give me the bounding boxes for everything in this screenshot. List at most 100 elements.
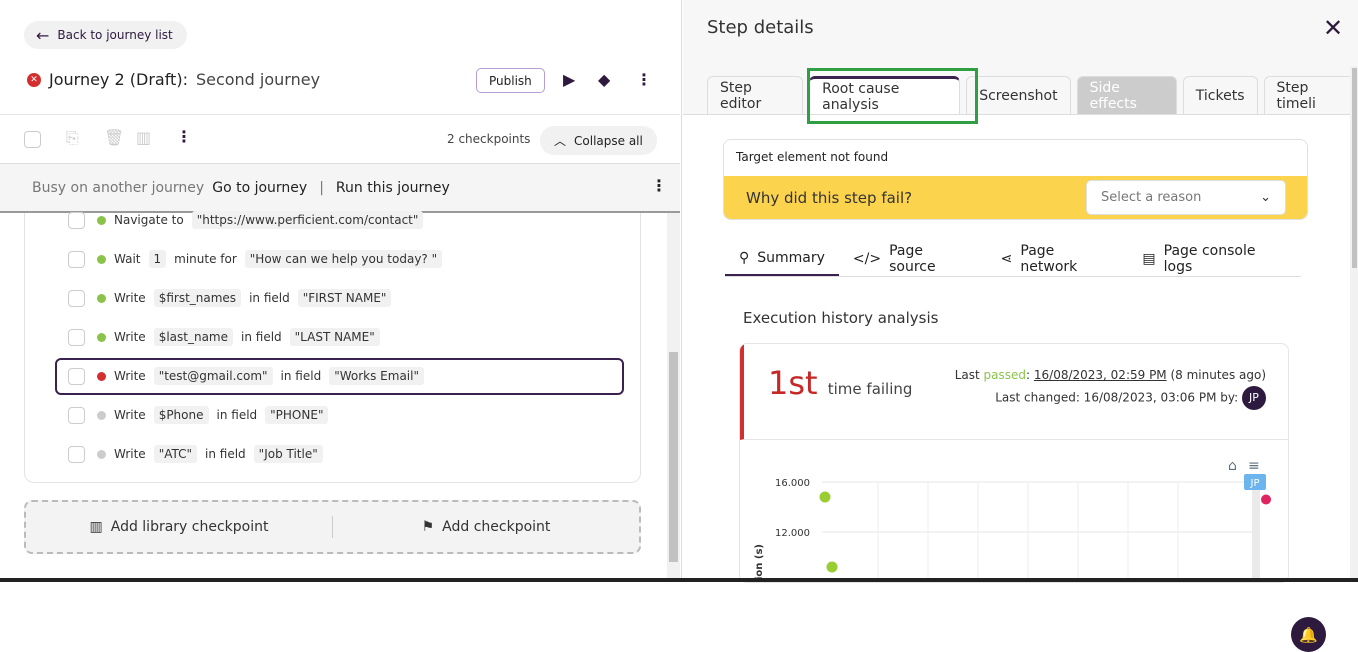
step-token: "PHONE": [265, 406, 329, 424]
step-action: Write: [114, 330, 146, 344]
status-dot: [97, 371, 106, 381]
checkpoints-count: 2 checkpoints: [447, 132, 531, 146]
add-checkpoint-button[interactable]: ⚑ Add checkpoint: [333, 519, 639, 535]
tab-bar: Step editor Root cause analysis Screenshot…: [707, 76, 1358, 114]
chevron-down-icon: ⌄: [1260, 190, 1271, 205]
history-meta: Last passed: 16/08/2023, 02:59 PM (8 min…: [955, 364, 1266, 410]
tab-side-effects[interactable]: Side effects: [1076, 76, 1177, 114]
step-checkbox[interactable]: [68, 211, 85, 229]
step-row[interactable]: Write "ATC" in field "Job Title": [32, 438, 323, 470]
flag-add-icon: ⚑: [421, 519, 435, 535]
step-token: "LAST NAME": [289, 328, 380, 346]
search-icon: ⚲: [739, 249, 750, 266]
step-text: in field: [216, 408, 258, 422]
step-action: Navigate to: [114, 213, 184, 227]
journey-panel: ← Back to journey list ✕ Journey 2 (Draft)…: [0, 0, 682, 578]
journey-title: ✕ Journey 2 (Draft): Second journey: [27, 70, 320, 89]
play-icon[interactable]: ▶: [563, 70, 575, 89]
scrollbar-thumb[interactable]: [1352, 68, 1357, 268]
library-add-icon: ▥: [89, 519, 103, 535]
step-checkbox[interactable]: [68, 250, 85, 268]
step-action: Write: [114, 369, 146, 383]
avatar: JP: [1242, 386, 1266, 410]
step-checkbox[interactable]: [68, 328, 85, 346]
step-checkbox[interactable]: [68, 289, 85, 307]
tab-step-timeli[interactable]: Step timeli: [1263, 76, 1358, 114]
failure-card: Target element not found Why did this st…: [723, 139, 1308, 220]
collapse-all-button[interactable]: ︿ Collapse all: [540, 126, 657, 155]
tab-tickets[interactable]: Tickets: [1182, 76, 1258, 114]
select-all-checkbox[interactable]: [24, 131, 41, 148]
error-icon: ✕: [27, 72, 41, 87]
history-title: Execution history analysis: [743, 309, 939, 327]
status-dot: [97, 332, 106, 342]
data-point-failed[interactable]: [1261, 494, 1271, 505]
library-icon[interactable]: ▥: [136, 128, 151, 147]
subtab-page-console-logs[interactable]: ▤ Page console logs: [1128, 241, 1301, 276]
back-to-journey-list-button[interactable]: ← Back to journey list: [24, 21, 187, 49]
more-vertical-icon[interactable]: ⋮: [636, 70, 652, 89]
step-text: minute for: [174, 252, 237, 266]
step-details-panel: Step details ✕ Target element not found …: [683, 0, 1358, 652]
chevron-up-icon: ︿: [554, 134, 567, 148]
step-row[interactable]: Navigate to "https://www.perficient.com/c…: [32, 204, 424, 236]
bell-icon[interactable]: 🔔: [1291, 617, 1326, 652]
add-checkpoint-bar: ▥ Add library checkpoint ⚑ Add checkpoint: [24, 500, 641, 554]
y-tick-label: 12.000: [775, 528, 810, 539]
marker-band: [1252, 484, 1260, 582]
step-checkbox[interactable]: [68, 367, 85, 385]
active-tab-highlight: [807, 68, 978, 124]
execution-history-card: 1st time failing Last passed: 16/08/2023…: [739, 343, 1289, 583]
step-row[interactable]: Write $Phone in field "PHONE": [32, 399, 329, 431]
add-library-checkpoint-button[interactable]: ▥ Add library checkpoint: [26, 519, 332, 535]
step-checkbox[interactable]: [68, 445, 85, 463]
menu-icon[interactable]: ≡: [1248, 458, 1260, 474]
step-token: $last_name: [153, 328, 233, 346]
more-vertical-icon[interactable]: ⋮: [651, 176, 667, 195]
scrollbar-thumb[interactable]: [669, 352, 678, 562]
step-token: "FIRST NAME": [297, 289, 392, 307]
subtab-page-network[interactable]: ⋖ Page network: [987, 241, 1129, 276]
trash-icon[interactable]: 🗑: [104, 128, 124, 147]
y-tick-label: 16.000: [775, 478, 810, 489]
clipboard-icon[interactable]: ⎘: [66, 128, 79, 148]
step-row[interactable]: Write $first_names in field "FIRST NAME": [32, 282, 392, 314]
step-action: Write: [114, 291, 146, 305]
data-point-passed[interactable]: [826, 561, 838, 573]
subtab-page-source[interactable]: </> Page source: [839, 241, 987, 276]
data-point-passed[interactable]: [819, 491, 831, 503]
go-to-journey-link[interactable]: Go to journey: [212, 180, 307, 196]
step-row[interactable]: Write $last_name in field "LAST NAME": [32, 321, 380, 353]
marker-label: JP: [1250, 478, 1260, 489]
step-action: Write: [114, 408, 146, 422]
step-row[interactable]: Wait 1 minute for "How can we help you toda…: [32, 243, 443, 275]
publish-button[interactable]: Publish: [476, 68, 545, 93]
step-checkbox[interactable]: [68, 406, 85, 424]
subtabs: ⚲ Summary </> Page source ⋖ Page network ▤ P…: [725, 241, 1301, 277]
tab-content: Target element not found Why did this st…: [683, 114, 1350, 652]
step-row[interactable]: Write "test@gmail.com" in field "Works Emai…: [32, 360, 424, 392]
tab-step-editor[interactable]: Step editor: [707, 76, 804, 114]
more-vertical-icon[interactable]: ⋮: [176, 127, 192, 146]
home-icon[interactable]: ⌂: [1228, 458, 1237, 474]
step-token: 1: [148, 250, 167, 268]
run-this-journey-link[interactable]: Run this journey: [336, 180, 450, 196]
status-dot: [97, 215, 106, 225]
code-icon: </>: [852, 250, 882, 267]
reason-select[interactable]: Select a reason ⌄: [1086, 180, 1286, 215]
execution-chart: 16.00012.0008.000ion (s)JP⌂≡: [754, 458, 1271, 582]
subtab-summary[interactable]: ⚲ Summary: [725, 241, 839, 276]
tab-screenshot[interactable]: Screenshot: [966, 76, 1071, 114]
step-text: in field: [280, 369, 322, 383]
last-passed-link[interactable]: 16/08/2023, 02:59 PM: [1034, 368, 1167, 382]
step-action: Write: [114, 447, 146, 461]
status-dot: [97, 449, 106, 459]
status-dot: [97, 410, 106, 420]
toolbar: ⎘ 🗑 ▥ ⋮ 2 checkpoints ︿ Collapse all: [0, 114, 680, 164]
step-text: in field: [241, 330, 282, 344]
error-message: Target element not found: [724, 140, 1307, 176]
tag-icon[interactable]: ◆: [598, 70, 610, 89]
y-axis-label: ion (s): [754, 544, 765, 580]
close-icon[interactable]: ✕: [1323, 14, 1343, 42]
step-token: $first_names: [153, 289, 242, 307]
